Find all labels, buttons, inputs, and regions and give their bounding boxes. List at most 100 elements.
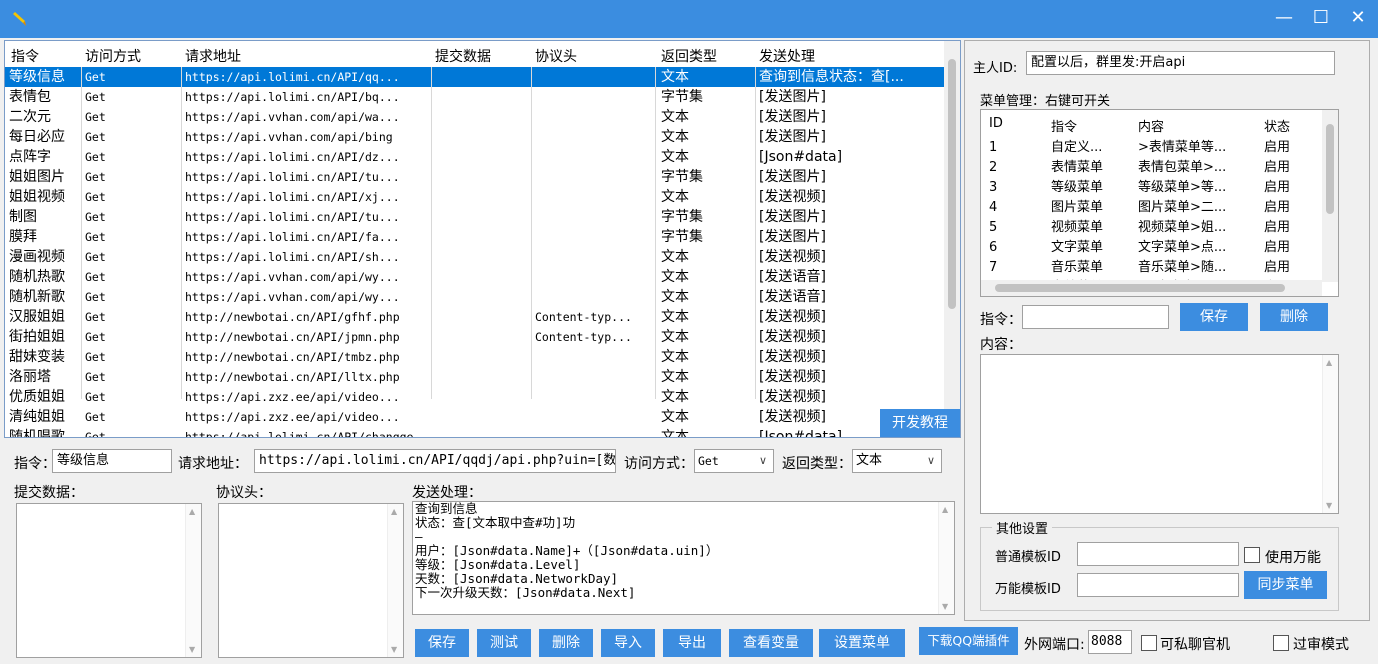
menu-row[interactable]: 1 自定义... >表情菜单等... 启用 (981, 138, 1321, 158)
port-input[interactable]: 8088 (1088, 630, 1132, 654)
column-header-url[interactable]: 请求地址 (185, 46, 241, 66)
menu-content-textarea[interactable]: ▲ ▼ (980, 354, 1339, 514)
post-data-textarea[interactable]: ▲ ▼ (16, 503, 202, 658)
cell-method: Get (85, 310, 106, 324)
menu-save-button[interactable]: 保存 (1180, 303, 1248, 331)
review-mode-checkbox[interactable] (1273, 635, 1289, 651)
scroll-down-icon[interactable]: ▼ (189, 645, 195, 654)
textarea-scrollbar[interactable]: ▲ ▼ (1322, 355, 1338, 513)
menu-column-id[interactable]: ID (989, 116, 1003, 131)
table-row[interactable]: 姐姐图片 Get https://api.lolimi.cn/API/tu... 字节… (5, 167, 945, 187)
textarea-scrollbar[interactable]: ▲ ▼ (938, 502, 954, 614)
cell-post-data (435, 308, 531, 326)
return-type-select[interactable]: 文本 ∨ (852, 449, 942, 473)
scroll-down-icon[interactable]: ▼ (942, 602, 948, 611)
menu-cell-content: 视频菜单>姐... (1138, 220, 1227, 235)
menu-row[interactable]: 6 文字菜单 文字菜单>点... 启用 (981, 238, 1321, 258)
cell-method: Get (85, 350, 106, 364)
menu-list-vscrollbar[interactable] (1322, 110, 1338, 282)
table-row[interactable]: 姐姐视频 Get https://api.lolimi.cn/API/xj... 文本… (5, 187, 945, 207)
import-button[interactable]: 导入 (601, 629, 655, 657)
menu-delete-button[interactable]: 删除 (1260, 303, 1328, 331)
sync-menu-button[interactable]: 同步菜单 (1244, 571, 1327, 599)
scroll-down-icon[interactable]: ▼ (391, 645, 397, 654)
table-row[interactable]: 二次元 Get https://api.vvhan.com/api/wa... 文本 [… (5, 107, 945, 127)
set-menu-button[interactable]: 设置菜单 (819, 629, 905, 657)
method-select[interactable]: Get ∨ (694, 449, 774, 473)
menu-column-content[interactable]: 内容 (1138, 116, 1164, 135)
table-row[interactable]: 漫画视频 Get https://api.lolimi.cn/API/sh... 文本… (5, 247, 945, 267)
table-row[interactable]: 随机新歌 Get https://api.vvhan.com/api/wy... 文本… (5, 287, 945, 307)
view-variables-button[interactable]: 查看变量 (729, 629, 813, 657)
scroll-thumb[interactable] (1326, 124, 1334, 214)
cell-command: 甜妹变装 (9, 349, 65, 365)
cell-handler: [发送视频] (759, 349, 826, 365)
table-row[interactable]: 洛丽塔 Get http://newbotai.cn/API/lltx.php 文本 [… (5, 367, 945, 387)
cell-handler: [发送语音] (759, 269, 826, 285)
scroll-down-icon[interactable]: ▼ (1326, 501, 1332, 510)
table-row[interactable]: 膜拜 Get https://api.lolimi.cn/API/fa... 字节集 [… (5, 227, 945, 247)
scroll-up-icon[interactable]: ▲ (942, 505, 948, 514)
table-row[interactable]: 清纯姐姐 Get https://api.zxz.ee/api/video... 文本… (5, 407, 945, 427)
textarea-scrollbar[interactable]: ▲ ▼ (387, 504, 403, 657)
table-row[interactable]: 表情包 Get https://api.lolimi.cn/API/bq... 字节集… (5, 87, 945, 107)
menu-row[interactable]: 7 音乐菜单 音乐菜单>随... 启用 (981, 258, 1321, 278)
save-button[interactable]: 保存 (415, 629, 469, 657)
table-row[interactable]: 汉服姐姐 Get http://newbotai.cn/API/gfhf.php Co… (5, 307, 945, 327)
table-row[interactable]: 随机热歌 Get https://api.vvhan.com/api/wy... 文本… (5, 267, 945, 287)
universal-template-input[interactable] (1077, 573, 1239, 597)
delete-button[interactable]: 删除 (539, 629, 593, 657)
command-list[interactable]: 指令 访问方式 请求地址 提交数据 协议头 返回类型 发送处理 等级信息 Get h… (4, 40, 961, 438)
column-header-method[interactable]: 访问方式 (85, 46, 141, 66)
column-header-handler[interactable]: 发送处理 (759, 46, 815, 66)
download-qq-plugin-button[interactable]: 下载QQ端插件 (919, 627, 1018, 655)
cell-method: Get (85, 290, 106, 304)
menu-list[interactable]: ID 指令 内容 状态 1 自定义... >表情菜单等... 启用 2 表情菜单 表情包菜单… (980, 109, 1339, 297)
test-button[interactable]: 测试 (477, 629, 531, 657)
url-input[interactable]: https://api.lolimi.cn/API/qqdj/api.php?u… (254, 449, 616, 473)
table-row[interactable]: 等级信息 Get https://api.lolimi.cn/API/qq... 文本… (5, 67, 945, 87)
headers-textarea[interactable]: ▲ ▼ (218, 503, 404, 658)
menu-row[interactable]: 3 等级菜单 等级菜单>等... 启用 (981, 178, 1321, 198)
table-row[interactable]: 点阵字 Get https://api.lolimi.cn/API/dz... 文本 [… (5, 147, 945, 167)
maximize-icon[interactable]: ☐ (1309, 6, 1333, 30)
scroll-up-icon[interactable]: ▲ (189, 507, 195, 516)
column-header-return-type[interactable]: 返回类型 (661, 46, 717, 66)
cell-method: Get (85, 150, 106, 164)
menu-row[interactable]: 2 表情菜单 表情包菜单>... 启用 (981, 158, 1321, 178)
menu-column-command[interactable]: 指令 (1051, 116, 1077, 135)
use-universal-checkbox[interactable] (1244, 547, 1260, 563)
owner-id-input[interactable]: 配置以后，群里发:开启api (1026, 51, 1335, 75)
minimize-icon[interactable]: — (1272, 6, 1296, 30)
menu-command-input[interactable] (1022, 305, 1169, 329)
list-scrollbar[interactable] (944, 41, 960, 437)
table-row[interactable]: 每日必应 Get https://api.vvhan.com/api/bing 文本 [… (5, 127, 945, 147)
cell-method: Get (85, 210, 106, 224)
menu-row[interactable]: 5 视频菜单 视频菜单>姐... 启用 (981, 218, 1321, 238)
column-header-headers[interactable]: 协议头 (535, 46, 577, 66)
handler-textarea[interactable]: 查询到信息 状态：查[文本取中查#功]功 — 用户：[Json#data.Nam… (412, 501, 955, 615)
table-row[interactable]: 街拍姐姐 Get http://newbotai.cn/API/jpmn.php Co… (5, 327, 945, 347)
normal-template-input[interactable] (1077, 542, 1239, 566)
column-header-post-data[interactable]: 提交数据 (435, 46, 491, 66)
textarea-scrollbar[interactable]: ▲ ▼ (185, 504, 201, 657)
scroll-up-icon[interactable]: ▲ (391, 507, 397, 516)
close-icon[interactable]: ✕ (1346, 6, 1370, 30)
table-row[interactable]: 甜妹变装 Get http://newbotai.cn/API/tmbz.php 文本… (5, 347, 945, 367)
table-row[interactable]: 制图 Get https://api.lolimi.cn/API/tu... 字节集 [… (5, 207, 945, 227)
dev-tutorial-button[interactable]: 开发教程 (880, 409, 960, 437)
menu-row[interactable]: 4 图片菜单 图片菜单>二... 启用 (981, 198, 1321, 218)
command-input[interactable]: 等级信息 (52, 449, 172, 473)
scroll-up-icon[interactable]: ▲ (1326, 358, 1332, 367)
column-header-command[interactable]: 指令 (11, 46, 39, 66)
menu-column-status[interactable]: 状态 (1264, 116, 1290, 135)
table-row[interactable]: 随机唱歌 Get https://api.lolimi.cn/API/changge… (5, 427, 945, 437)
table-row[interactable]: 优质姐姐 Get https://api.zxz.ee/api/video... 文本… (5, 387, 945, 407)
private-chat-checkbox[interactable] (1141, 635, 1157, 651)
scroll-thumb[interactable] (948, 59, 956, 309)
method-value: Get (698, 454, 719, 468)
menu-list-hscrollbar[interactable] (981, 280, 1322, 296)
export-button[interactable]: 导出 (663, 629, 721, 657)
scroll-thumb[interactable] (995, 284, 1285, 292)
cell-url: http://newbotai.cn/API/jpmn.php (185, 330, 400, 344)
